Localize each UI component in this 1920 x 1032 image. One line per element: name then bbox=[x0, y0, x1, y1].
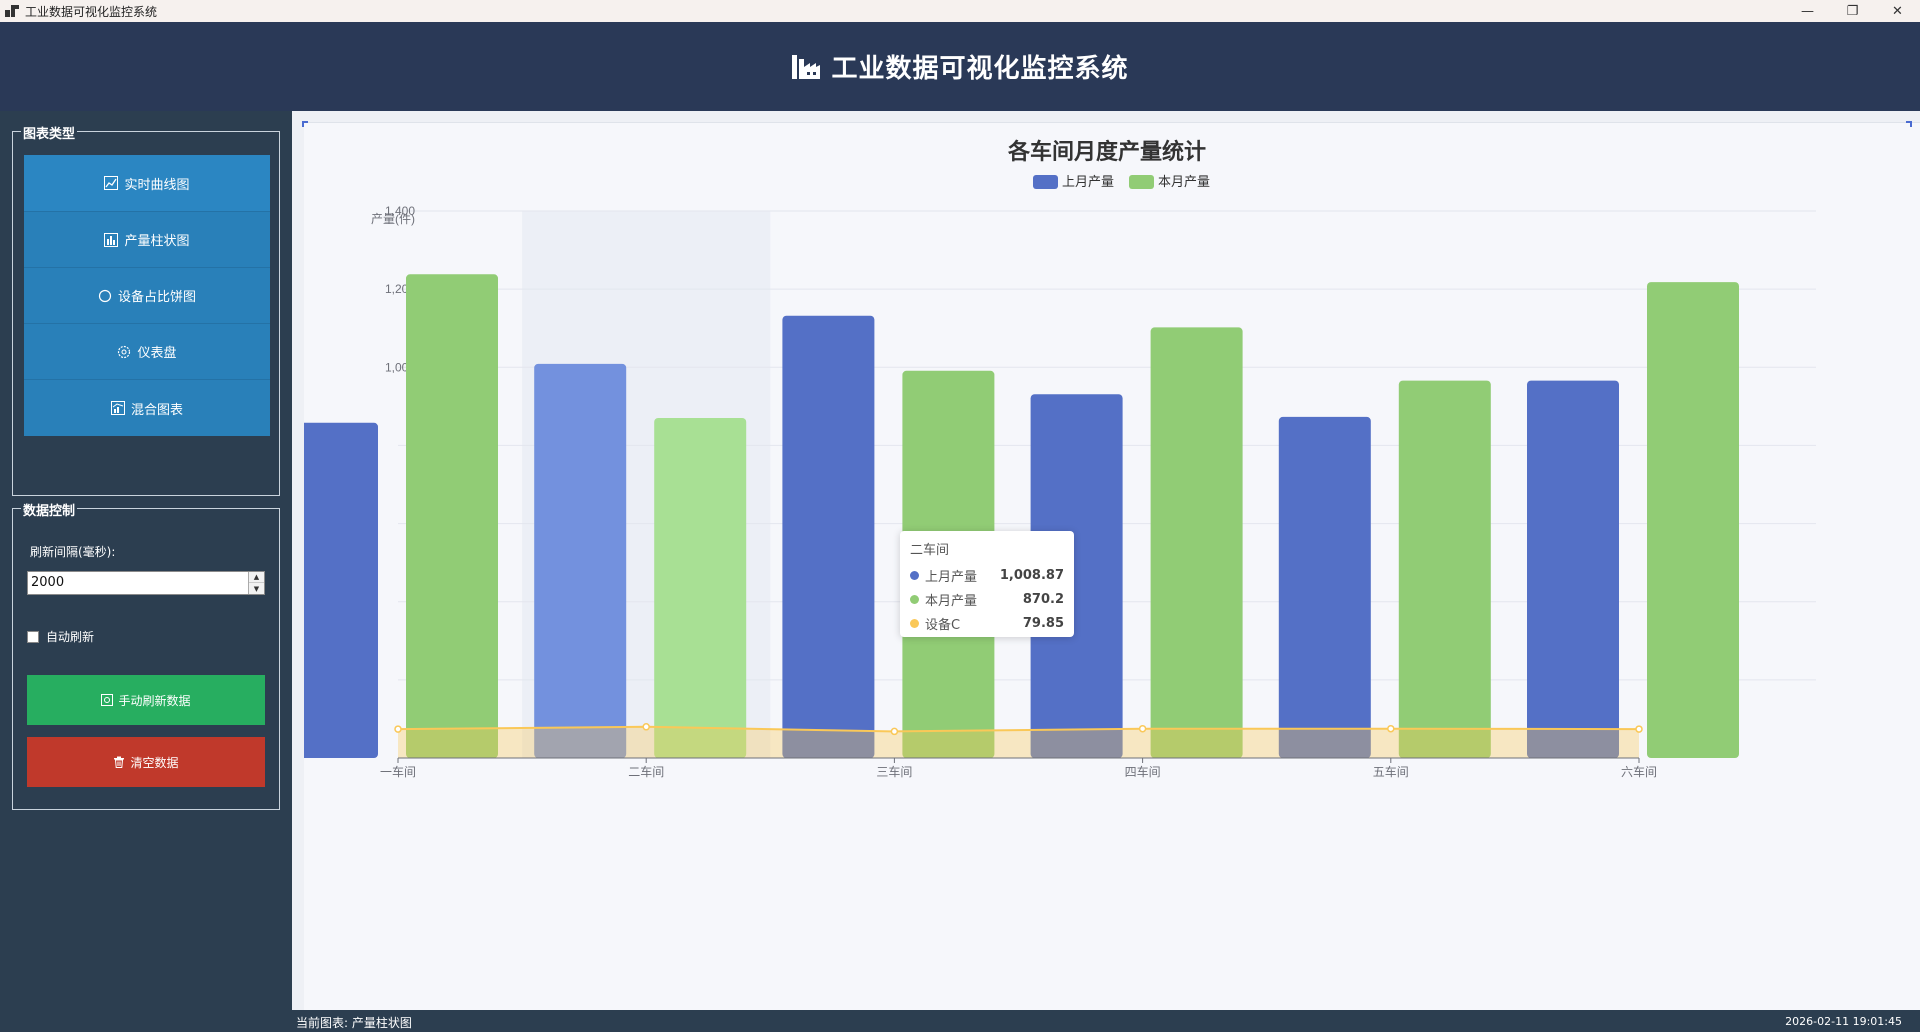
x-tick-label: 一车间 bbox=[380, 764, 416, 779]
line-chart-label: 实时曲线图 bbox=[124, 177, 190, 193]
tooltip-series-value: 870.2 bbox=[1022, 591, 1064, 607]
point-equipment-c bbox=[394, 725, 402, 733]
refresh-interval-label: 刷新间隔(毫秒): bbox=[30, 545, 116, 559]
legend-swatch bbox=[1129, 175, 1154, 189]
bar-this-month bbox=[654, 418, 747, 758]
current-chart-status: 当前图表: 产量柱状图 bbox=[296, 1016, 412, 1030]
tooltip-series-value: 79.85 bbox=[1022, 615, 1064, 631]
window-title: 工业数据可视化监控系统 bbox=[25, 4, 158, 19]
tooltip-series-name: 本月产量 bbox=[925, 593, 978, 609]
page-title: 工业数据可视化监控系统 bbox=[831, 54, 1129, 84]
manual-refresh-button[interactable]: 手动刷新数据 bbox=[27, 675, 265, 725]
chart-type-group-title: 图表类型 bbox=[21, 123, 78, 142]
mixed-chart-button[interactable]: 混合图表 bbox=[24, 380, 270, 436]
x-tick-label: 三车间 bbox=[876, 764, 912, 779]
data-control-group: 数据控制 刷新间隔(毫秒): 2000 ▲ ▼ 自动刷新 手动刷新数据 清空数据 bbox=[12, 500, 280, 810]
bar-this-month bbox=[1647, 282, 1739, 758]
tooltip-dot bbox=[910, 570, 919, 580]
spin-down-icon[interactable]: ▼ bbox=[249, 583, 264, 594]
window-titlebar: 工业数据可视化监控系统 — ❐ ✕ bbox=[0, 0, 1920, 22]
restore-button[interactable]: ❐ bbox=[1830, 0, 1875, 22]
point-equipment-c bbox=[1387, 724, 1395, 733]
auto-refresh-checkbox[interactable]: 自动刷新 bbox=[27, 628, 94, 645]
bar-this-month bbox=[1150, 327, 1243, 758]
refresh-interval-spinbox[interactable]: 2000 ▲ ▼ bbox=[27, 571, 265, 595]
manual-refresh-label: 手动刷新数据 bbox=[118, 693, 191, 708]
pie-chart-icon bbox=[98, 289, 112, 303]
app-header: 工业数据可视化监控系统 bbox=[0, 22, 1920, 111]
point-equipment-c bbox=[1138, 724, 1147, 733]
point-equipment-c bbox=[890, 727, 899, 736]
tooltip-title: 二车间 bbox=[910, 543, 950, 558]
spin-arrows: ▲ ▼ bbox=[248, 572, 264, 594]
production-bar-chart[interactable]: 1,4001,2001,000产量(件)一车间 二车间 三车间 四车间 五车间 六车间各车… bbox=[304, 123, 1920, 1011]
x-tick-label: 六车间 bbox=[1621, 764, 1657, 779]
refresh-icon bbox=[101, 694, 114, 706]
chart-panel: 1,400 1,200 1,000 产量(件) 一车间 二车间 三车间 四车间 五车间 六车间 各车… bbox=[292, 111, 1920, 1010]
gauge-icon bbox=[117, 345, 131, 359]
factory-icon bbox=[792, 54, 821, 79]
bar-chart-button[interactable]: 产量柱状图 bbox=[24, 212, 270, 268]
chart-type-buttons: 实时曲线图 产量柱状图 设备占比饼图 仪表盘 混合图表 bbox=[24, 155, 270, 436]
bar-last-month bbox=[1527, 380, 1619, 758]
bar-this-month bbox=[406, 274, 498, 758]
spin-up-icon[interactable]: ▲ bbox=[249, 572, 264, 583]
tooltip-row: 本月产量 870.2 bbox=[910, 587, 1064, 611]
app-icon bbox=[5, 5, 19, 17]
status-timestamp: 2026-02-11 19:01:45 bbox=[1785, 1015, 1902, 1028]
window-controls: — ❐ ✕ bbox=[1785, 0, 1920, 22]
mixed-chart-icon bbox=[110, 401, 125, 415]
pie-chart-label: 设备占比饼图 bbox=[117, 290, 196, 305]
chart-card: 1,400 1,200 1,000 产量(件) 一车间 二车间 三车间 四车间 五车间 六车间 各车… bbox=[302, 121, 1920, 1011]
point-equipment-c bbox=[1635, 725, 1643, 733]
chart-tooltip: 二车间 上月产量 1,008.87 本月产量 870.2 设备C 79.85 bbox=[900, 531, 1074, 637]
bar-chart-label: 产量柱状图 bbox=[124, 234, 190, 249]
auto-refresh-label: 自动刷新 bbox=[46, 630, 95, 644]
refresh-interval-value[interactable]: 2000 bbox=[31, 575, 64, 590]
bar-last-month bbox=[534, 363, 627, 758]
bar-chart-icon bbox=[104, 232, 119, 247]
bar-last-month bbox=[1278, 416, 1371, 758]
legend-swatch bbox=[1033, 175, 1058, 189]
tooltip-series-name: 上月产量 bbox=[925, 569, 978, 585]
minimize-button[interactable]: — bbox=[1785, 0, 1830, 22]
chart-title: 各车间月度产量统计 bbox=[1007, 139, 1206, 164]
pie-chart-button[interactable]: 设备占比饼图 bbox=[24, 268, 270, 324]
y-axis-label: 产量(件) bbox=[371, 212, 415, 226]
x-tick-label: 二车间 bbox=[628, 764, 664, 779]
data-control-group-title: 数据控制 bbox=[21, 500, 78, 519]
gauge-label: 仪表盘 bbox=[137, 346, 177, 361]
bar-this-month bbox=[1398, 380, 1491, 758]
mixed-chart-label: 混合图表 bbox=[130, 402, 183, 418]
gauge-button[interactable]: 仪表盘 bbox=[24, 324, 270, 380]
legend-label: 上月产量 bbox=[1062, 174, 1114, 189]
tooltip-series-name: 设备C bbox=[925, 617, 961, 633]
checkbox-box[interactable] bbox=[27, 630, 39, 643]
bar-last-month bbox=[304, 422, 378, 758]
point-equipment-c bbox=[642, 723, 650, 731]
clear-data-label: 清空数据 bbox=[130, 755, 179, 770]
sidebar: 图表类型 实时曲线图 产量柱状图 设备占比饼图 仪表盘 混合图表 数据控制 刷新… bbox=[0, 111, 292, 1010]
tooltip-row: 上月产量 1,008.87 bbox=[910, 563, 1064, 587]
area-equipment-c bbox=[398, 726, 1639, 758]
trash-icon bbox=[113, 756, 125, 768]
x-tick-label: 四车间 bbox=[1125, 764, 1161, 779]
tooltip-row: 设备C 79.85 bbox=[910, 611, 1064, 635]
tooltip-dot bbox=[910, 594, 919, 604]
tooltip-dot bbox=[910, 618, 919, 628]
line-chart-icon bbox=[104, 176, 119, 190]
close-button[interactable]: ✕ bbox=[1875, 0, 1920, 22]
tooltip-series-value: 1,008.87 bbox=[999, 567, 1064, 583]
line-chart-button[interactable]: 实时曲线图 bbox=[24, 155, 270, 212]
x-tick-label: 五车间 bbox=[1373, 764, 1409, 779]
legend-label: 本月产量 bbox=[1158, 174, 1210, 189]
bar-last-month bbox=[782, 315, 875, 758]
clear-data-button[interactable]: 清空数据 bbox=[27, 737, 265, 787]
chart-type-group: 图表类型 实时曲线图 产量柱状图 设备占比饼图 仪表盘 混合图表 bbox=[12, 123, 280, 496]
status-bar: 当前图表: 产量柱状图 2026-02-11 19:01:45 bbox=[292, 1010, 1920, 1032]
